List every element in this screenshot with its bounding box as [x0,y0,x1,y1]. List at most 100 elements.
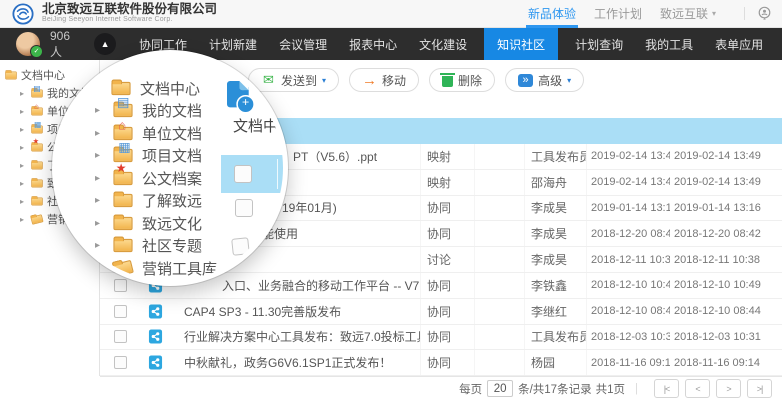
nav-tab[interactable]: 我的工具 [640,28,698,60]
document-share-icon [148,304,163,319]
magnifier-circle: 文档中心 类 ▸ 文档中心 ▸ 我的文档 ▸ 单位文档 [52,50,288,286]
modified-time: 2018-12-03 10:31 [586,325,670,350]
tree-item[interactable]: ▸ 了解致远 [57,190,288,213]
row-checkbox[interactable] [114,279,127,292]
toolbar-button[interactable]: 高级 ▾ [505,68,584,92]
nav-tab-label: 我的工具 [645,36,693,53]
document-title-link[interactable]: CAP4 SP3 - 11.30完善版发布 [184,303,341,320]
tree-item-label: 社区专题 [142,235,202,256]
creator: 李继红 [524,299,586,324]
row-checkbox[interactable] [114,330,127,343]
expand-arrow-icon[interactable]: ▸ [95,173,111,184]
modified-time: 2019-02-14 13:49 [586,170,670,195]
page-size-input[interactable]: 20 [487,380,513,397]
contact-location-icon[interactable] [757,6,772,21]
nav-tab[interactable]: 计划查询 [570,28,628,60]
magnified-document-tree: ▸ 文档中心 ▸ 我的文档 ▸ 单位文档 ▸ 项目文档 ▸ [57,77,288,280]
nav-tab[interactable]: 文化建设 [414,28,472,60]
expand-arrow-icon[interactable]: ▸ [20,107,31,116]
page-nav-button[interactable]: >| [747,379,772,398]
expand-arrow-icon[interactable]: ▸ [20,125,31,134]
document-title-link[interactable]: 中秋献礼，政务G6V6.1SP1正式发布！ [184,354,391,371]
table-row[interactable]: 中秋献礼，政务G6V6.1SP1正式发布！ 协同 杨园 2018-11-16 0… [100,350,782,376]
folder-icon [113,104,132,117]
table-row[interactable]: CAP4 SP3 - 11.30完善版发布 协同 李继红 2018-12-10 … [100,299,782,325]
page-nav-glyph: |< [664,384,670,394]
row-checkbox[interactable] [114,305,127,318]
folder-icon [31,179,43,187]
content-type: 协同 [420,221,474,246]
toolbar-button-label: 移动 [382,72,406,89]
nav-tab[interactable]: 计划新建 [204,28,262,60]
tree-item[interactable]: ▸ 文档中心 [57,77,288,100]
expand-arrow-icon[interactable]: ▸ [20,161,31,170]
page: 北京致远互联软件股份有限公司 BeiJing Seeyon Internet S… [0,0,782,400]
folder-icon [113,217,132,230]
tree-item[interactable]: ▸ 致远文化 [57,212,288,235]
tree-item[interactable]: ▸ 单位文档 [57,122,288,145]
file-size [474,273,524,298]
tree-item-label: 营销工具库 [142,258,217,279]
table-row[interactable]: 行业解决方案中心工具发布：致远7.0投标工具 协同 工具发布员... 2018-… [100,325,782,351]
expand-arrow-icon[interactable]: ▸ [20,143,31,152]
file-size [474,196,524,221]
expand-arrow-icon[interactable]: ▸ [20,197,31,206]
topbar-link[interactable]: 新品体验 ▾ [528,0,576,28]
tree-item[interactable]: ▸ 社区专题 [57,235,288,258]
content-type: 协同 [420,299,474,324]
chevron-down-icon: ▾ [712,9,716,18]
tree-item[interactable]: ▸ 项目文档 [57,145,288,168]
company-name: 北京致远互联软件股份有限公司 [42,3,217,16]
expand-arrow-icon[interactable]: ▸ [20,179,31,188]
file-size [474,247,524,272]
nav-tab[interactable]: 报表中心 [344,28,402,60]
page-nav-button[interactable]: > [716,379,741,398]
page-nav-button[interactable]: < [685,379,710,398]
content-type: 映射 [420,170,474,195]
app-launcher-icon[interactable]: ▲ [94,33,116,55]
folder-icon [31,197,43,205]
toolbar-button-label: 高级 [538,72,562,89]
file-size [474,221,524,246]
toolbar-button[interactable]: 删除 ▾ [429,68,495,92]
expand-arrow-icon[interactable]: ▸ [95,150,111,161]
modified-time: 2018-12-10 08:44 [586,299,670,324]
folder-icon [112,260,134,277]
nav-tab[interactable]: 会议管理 [274,28,332,60]
expand-arrow-icon[interactable]: ▸ [95,128,111,139]
pagination-divider: | [635,383,638,395]
nav-tab-label: 计划查询 [575,36,623,53]
file-size [474,144,524,169]
document-title-link[interactable]: 行业解决方案中心工具发布：致远7.0投标工具 [184,328,420,345]
tree-item[interactable]: ▸ 我的文档 [57,100,288,123]
nav-tab-label: 报表中心 [349,36,397,53]
nav-tab[interactable]: 表单应用 [710,28,768,60]
content-type: 映射 [420,144,474,169]
page-nav-button[interactable]: |< [654,379,679,398]
row-checkbox[interactable] [114,356,127,369]
creator: 工具发布员... [524,144,586,169]
expand-arrow-icon[interactable]: ▸ [95,218,111,229]
creator: 工具发布员... [524,325,586,350]
topbar-link[interactable]: 致远互联 ▾ [660,0,716,28]
expand-arrow-icon[interactable]: ▸ [95,105,111,116]
nav-tab[interactable]: 知识社区 [484,28,558,60]
expand-arrow-icon[interactable]: ▸ [95,195,111,206]
tree-item-label: 单位文档 [142,123,202,144]
document-share-icon [148,329,163,344]
avatar[interactable] [16,32,40,56]
topbar-link[interactable]: 工作计划 ▾ [594,0,642,28]
creator: 李成昊 [524,196,586,221]
nav-tab-label: 表单应用 [715,36,763,53]
pagination-buttons: |< < > >| [648,379,772,398]
tree-item[interactable]: ▸ 营销工具库 [57,257,288,280]
expand-arrow-icon[interactable]: ▸ [95,240,111,251]
tree-item-label: 了解致远 [142,190,202,211]
folder-icon [30,214,43,224]
tree-item[interactable]: ▸ 公文档案 [57,167,288,190]
expand-arrow-icon[interactable]: ▸ [20,89,31,98]
toolbar-button[interactable]: 移动 ▾ [349,68,419,92]
toolbar-button-icon [442,76,453,87]
folder-icon [31,125,43,133]
chevron-down-icon: ▾ [567,76,571,85]
